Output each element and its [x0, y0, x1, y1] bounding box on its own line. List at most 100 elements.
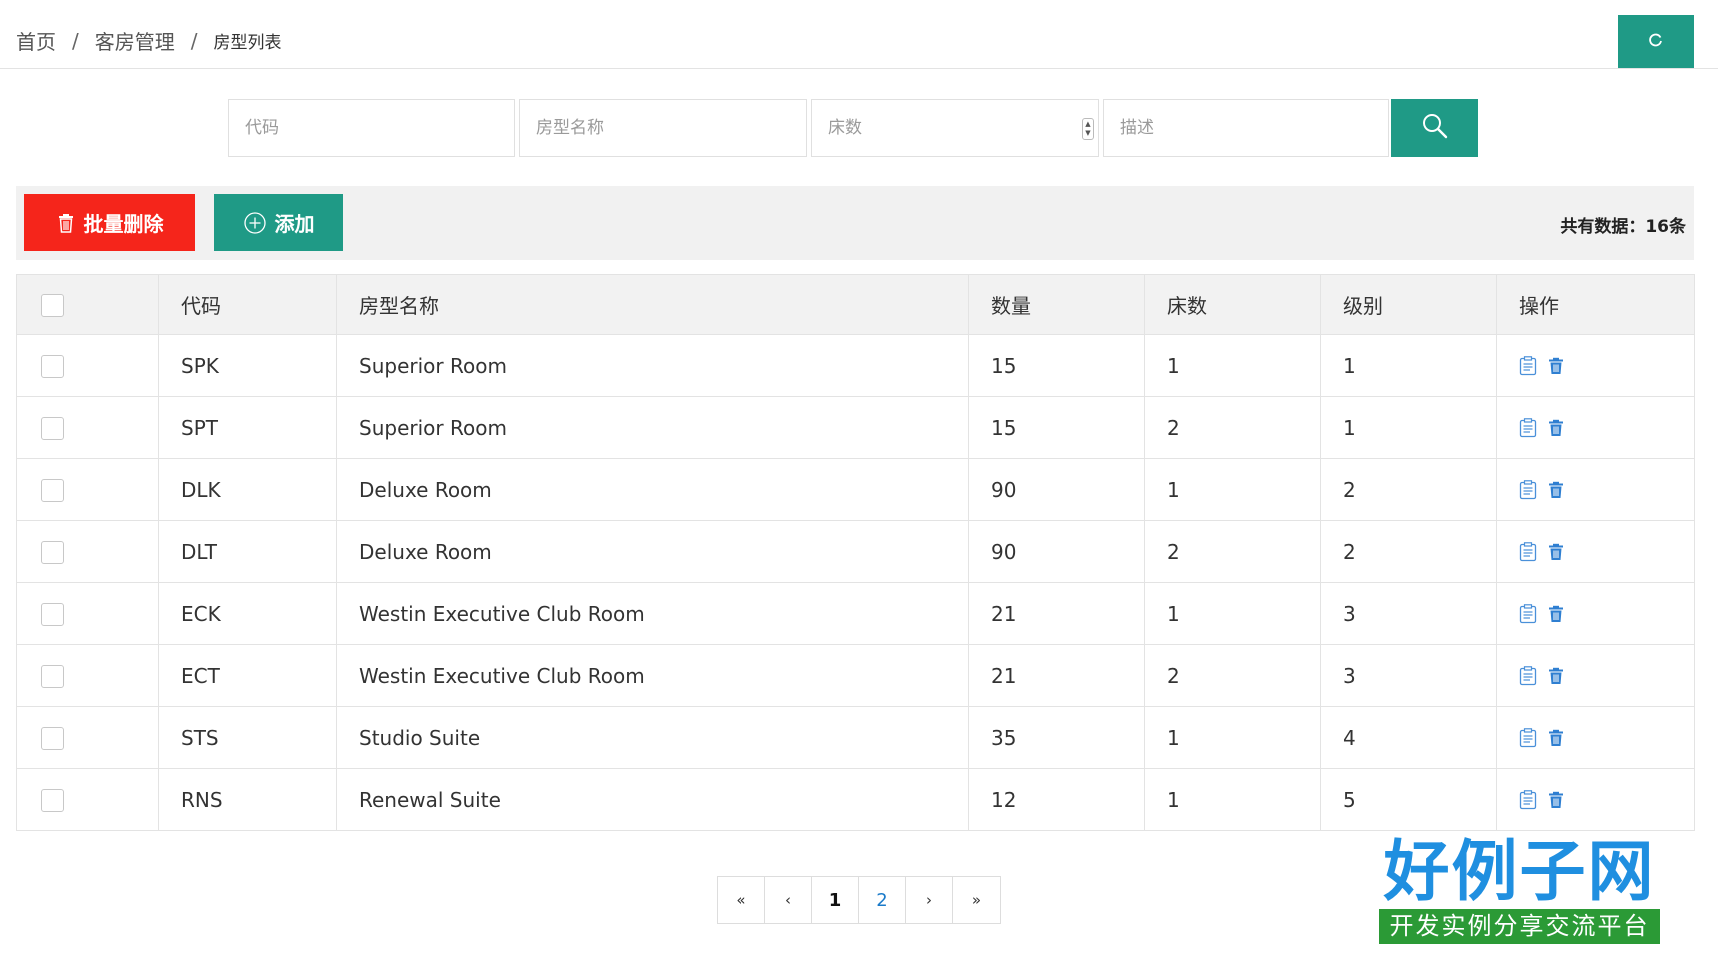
row-checkbox[interactable]	[41, 355, 64, 378]
row-checkbox[interactable]	[41, 479, 64, 502]
room-type-name-field-wrapper	[519, 99, 807, 157]
cell-code: DLK	[158, 458, 337, 521]
add-button[interactable]: 添加	[214, 194, 343, 251]
row-checkbox[interactable]	[41, 789, 64, 812]
beds-number-input[interactable]	[812, 100, 1098, 156]
cell-quantity: 35	[968, 706, 1145, 769]
cell-actions	[1496, 582, 1695, 645]
column-header-quantity: 数量	[968, 274, 1145, 335]
pagination-last[interactable]: »	[953, 877, 1000, 923]
trash-icon[interactable]	[1547, 419, 1565, 437]
cell-level: 2	[1320, 458, 1497, 521]
cell-name: Westin Executive Club Room	[336, 582, 969, 645]
description-input[interactable]	[1104, 100, 1388, 156]
cell-code: SPK	[158, 334, 337, 397]
column-header-level: 级别	[1320, 274, 1497, 335]
cell-quantity: 12	[968, 768, 1145, 831]
row-checkbox[interactable]	[41, 603, 64, 626]
description-field-wrapper	[1103, 99, 1389, 157]
row-checkbox[interactable]	[41, 541, 64, 564]
cell-actions	[1496, 520, 1695, 583]
cell-beds: 1	[1144, 334, 1321, 397]
cell-name: Renewal Suite	[336, 768, 969, 831]
room-type-name-input[interactable]	[520, 100, 806, 156]
breadcrumb-separator: /	[72, 28, 79, 53]
add-label: 添加	[274, 212, 315, 236]
cell-level: 1	[1320, 334, 1497, 397]
select-all-checkbox[interactable]	[41, 294, 64, 317]
table-row: ECK Westin Executive Club Room 21 1 3	[16, 582, 1695, 645]
site-logo: 好例子网 开发实例分享交流平台	[1379, 833, 1660, 944]
pagination: « ‹ 1 2 › »	[717, 876, 1001, 924]
edit-icon[interactable]	[1519, 789, 1537, 810]
cell-name: Studio Suite	[336, 706, 969, 769]
cell-actions	[1496, 706, 1695, 769]
search-icon	[1421, 112, 1449, 144]
edit-icon[interactable]	[1519, 541, 1537, 562]
trash-icon[interactable]	[1547, 791, 1565, 809]
plus-circle-icon	[243, 211, 266, 234]
row-select-cell	[16, 334, 159, 397]
row-select-cell	[16, 644, 159, 707]
batch-delete-button[interactable]: 批量删除	[24, 194, 195, 251]
edit-icon[interactable]	[1519, 355, 1537, 376]
cell-code: STS	[158, 706, 337, 769]
pagination-next[interactable]: ›	[906, 877, 953, 923]
cell-quantity: 90	[968, 458, 1145, 521]
total-count: 共有数据：16条	[1560, 217, 1686, 237]
breadcrumb-home[interactable]: 首页	[16, 26, 56, 55]
code-input[interactable]	[229, 100, 514, 156]
refresh-button[interactable]	[1618, 15, 1694, 68]
number-spinner[interactable]: ▲ ▼	[1082, 118, 1094, 140]
cell-code: RNS	[158, 768, 337, 831]
table-row: SPT Superior Room 15 2 1	[16, 396, 1695, 459]
table-row: RNS Renewal Suite 12 1 5	[16, 768, 1695, 831]
cell-name: Deluxe Room	[336, 458, 969, 521]
spin-down-icon[interactable]: ▼	[1085, 129, 1090, 138]
table-body: SPK Superior Room 15 1 1 SPT Superior Room 15 2 1…	[16, 334, 1695, 831]
cell-actions	[1496, 644, 1695, 707]
edit-icon[interactable]	[1519, 417, 1537, 438]
cell-beds: 1	[1144, 706, 1321, 769]
spin-up-icon[interactable]: ▲	[1085, 120, 1090, 129]
trash-icon[interactable]	[1547, 729, 1565, 747]
cell-beds: 2	[1144, 396, 1321, 459]
breadcrumb: 首页 / 客房管理 / 房型列表	[16, 26, 282, 55]
cell-actions	[1496, 768, 1695, 831]
edit-icon[interactable]	[1519, 727, 1537, 748]
row-checkbox[interactable]	[41, 727, 64, 750]
pagination-first[interactable]: «	[718, 877, 765, 923]
table-row: ECT Westin Executive Club Room 21 2 3	[16, 644, 1695, 707]
search-button[interactable]	[1391, 99, 1478, 157]
pagination-page-1[interactable]: 1	[812, 877, 859, 923]
cell-beds: 1	[1144, 582, 1321, 645]
cell-level: 1	[1320, 396, 1497, 459]
cell-code: DLT	[158, 520, 337, 583]
trash-icon[interactable]	[1547, 605, 1565, 623]
row-checkbox[interactable]	[41, 665, 64, 688]
breadcrumb-section[interactable]: 客房管理	[95, 26, 175, 55]
cell-beds: 2	[1144, 520, 1321, 583]
cell-name: Deluxe Room	[336, 520, 969, 583]
row-checkbox[interactable]	[41, 417, 64, 440]
trash-icon[interactable]	[1547, 667, 1565, 685]
pagination-prev[interactable]: ‹	[765, 877, 812, 923]
cell-level: 4	[1320, 706, 1497, 769]
cell-level: 2	[1320, 520, 1497, 583]
cell-name: Superior Room	[336, 334, 969, 397]
trash-icon[interactable]	[1547, 357, 1565, 375]
edit-icon[interactable]	[1519, 665, 1537, 686]
trash-icon	[58, 213, 73, 233]
top-bar: 首页 / 客房管理 / 房型列表	[0, 0, 1718, 69]
edit-icon[interactable]	[1519, 603, 1537, 624]
batch-delete-label: 批量删除	[83, 212, 164, 236]
logo-title: 好例子网	[1383, 832, 1656, 910]
trash-icon[interactable]	[1547, 481, 1565, 499]
code-field-wrapper	[228, 99, 515, 157]
table-row: SPK Superior Room 15 1 1	[16, 334, 1695, 397]
edit-icon[interactable]	[1519, 479, 1537, 500]
pagination-page-2[interactable]: 2	[859, 877, 906, 923]
trash-icon[interactable]	[1547, 543, 1565, 561]
toolbar: 批量删除 添加 共有数据：16条	[16, 186, 1694, 260]
row-select-cell	[16, 396, 159, 459]
